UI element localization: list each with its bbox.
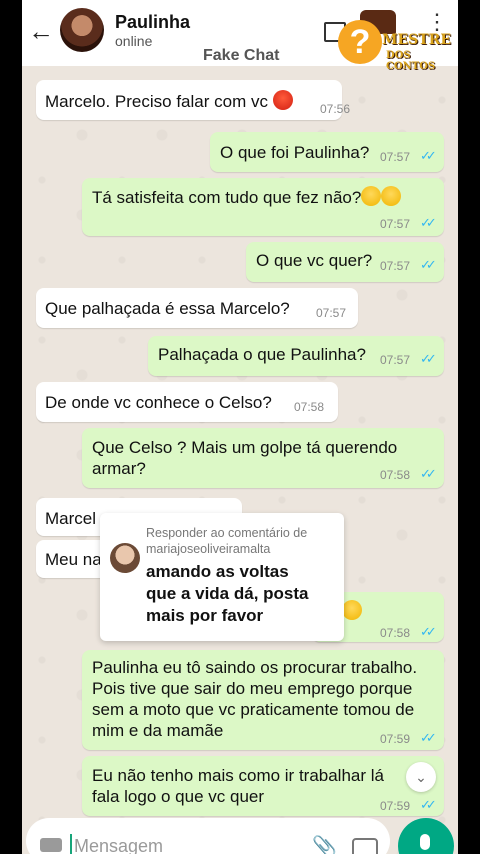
chevron-double-down-icon[interactable]: ⌄ [406, 762, 436, 792]
message-bubble-outgoing[interactable]: O que vc quer? 07:57 ✓✓ [246, 242, 444, 282]
message-bubble-outgoing[interactable]: Paulinha eu tô saindo os procurar trabal… [82, 650, 444, 750]
comment-header: Responder ao comentário de mariajoseoliv… [146, 525, 307, 557]
message-text: Que Celso ? Mais um golpe tá querendo ar… [92, 438, 398, 478]
message-text: Paulinha eu tô saindo os procurar trabal… [92, 658, 418, 740]
message-time: 07:58 [380, 626, 411, 640]
arrow-left-icon[interactable]: ← [28, 16, 54, 47]
comment-username: mariajoseoliveiramalta [146, 542, 271, 556]
more-vertical-icon[interactable]: ⋮ [426, 11, 448, 33]
keyboard-icon[interactable] [40, 838, 62, 852]
message-text: Palhaçada o que Paulinha? [158, 345, 366, 364]
message-text: Eu não tenho mais como ir trabalhar lá f… [92, 766, 384, 806]
message-text: Marcel [45, 509, 97, 528]
comment-body: amando as voltas que a vida dá, posta ma… [146, 562, 309, 625]
message-bubble-outgoing[interactable]: Eu não tenho mais como ir trabalhar lá f… [82, 756, 444, 816]
message-time: 07:57 [380, 353, 411, 367]
chat-screen: ← Paulinha online Fake Chat ? MESTRE DOS… [22, 0, 458, 854]
message-time: 07:57 [380, 150, 411, 164]
message-time: 07:57 [380, 259, 411, 273]
comment-header-prefix: Responder ao comentário de [146, 526, 308, 540]
microphone-icon [420, 834, 430, 850]
text-cursor [70, 834, 72, 854]
message-bubble-incoming[interactable]: De onde vc conhece o Celso? 07:58 [36, 382, 338, 422]
read-ticks-icon: ✓✓ [420, 351, 437, 366]
message-text: O que vc quer? [256, 251, 373, 270]
paperclip-icon[interactable]: 📎 [312, 834, 337, 854]
read-ticks-icon: ✓✓ [420, 215, 437, 230]
read-ticks-icon: ✓✓ [420, 257, 437, 272]
microphone-button[interactable] [398, 818, 454, 854]
message-text: O que foi Paulinha? [220, 143, 370, 162]
read-ticks-icon: ✓✓ [420, 624, 437, 639]
comment-reply-popup: Responder ao comentário de mariajoseoliv… [100, 513, 344, 641]
eye-roll-emoji-icon [342, 600, 362, 622]
contact-name[interactable]: Paulinha [115, 12, 190, 33]
message-time: 07:59 [380, 799, 411, 813]
message-text: Tá satisfeita com tudo que fez não? [92, 188, 362, 207]
message-text: Que palhaçada é essa Marcelo? [45, 299, 290, 318]
fake-chat-watermark: Fake Chat [203, 47, 280, 64]
message-composer[interactable]: Mensagem 📎 [26, 818, 390, 854]
message-bubble-outgoing[interactable]: O que foi Paulinha? 07:57 ✓✓ [210, 132, 444, 172]
avatar[interactable] [60, 8, 104, 52]
message-time: 07:58 [294, 400, 325, 414]
confused-emoji-icon [361, 186, 382, 206]
message-bubble-incoming[interactable]: Marcelo. Preciso falar com vc 07:56 [36, 80, 350, 120]
read-ticks-icon: ✓✓ [420, 466, 437, 481]
message-bubble-outgoing[interactable]: Tá satisfeita com tudo que fez não? 07:5… [82, 178, 444, 236]
commenter-avatar [110, 543, 140, 573]
read-ticks-icon: ✓✓ [420, 730, 437, 745]
message-text: Meu na [45, 550, 102, 569]
message-bubble-outgoing[interactable]: Que Celso ? Mais um golpe tá querendo ar… [82, 428, 444, 488]
message-time: 07:59 [380, 732, 411, 746]
question-mark-icon: ? [338, 20, 382, 64]
read-ticks-icon: ✓✓ [420, 148, 437, 163]
message-bubble-incoming[interactable]: Que palhaçada é essa Marcelo? 07:57 [36, 288, 358, 328]
camera-icon[interactable] [352, 838, 378, 854]
chat-header: ← Paulinha online Fake Chat ? MESTRE DOS… [22, 0, 458, 72]
message-text: Marcelo. Preciso falar com vc [45, 92, 268, 111]
message-text: De onde vc conhece o Celso? [45, 393, 272, 412]
message-time: 07:56 [320, 102, 351, 116]
eye-roll-emoji-icon [381, 186, 402, 206]
message-time: 07:58 [380, 468, 411, 482]
angry-emoji-icon [272, 90, 293, 110]
message-time: 07:57 [316, 306, 347, 320]
message-input[interactable]: Mensagem [74, 836, 163, 854]
logo-text-top: MESTRE [382, 32, 452, 48]
read-ticks-icon: ✓✓ [420, 797, 437, 812]
contact-status: online [115, 33, 153, 49]
message-bubble-outgoing[interactable]: Palhaçada o que Paulinha? 07:57 ✓✓ [148, 336, 444, 376]
logo-text-bottom: DOS CONTOS [386, 50, 436, 72]
message-time: 07:57 [380, 217, 411, 231]
